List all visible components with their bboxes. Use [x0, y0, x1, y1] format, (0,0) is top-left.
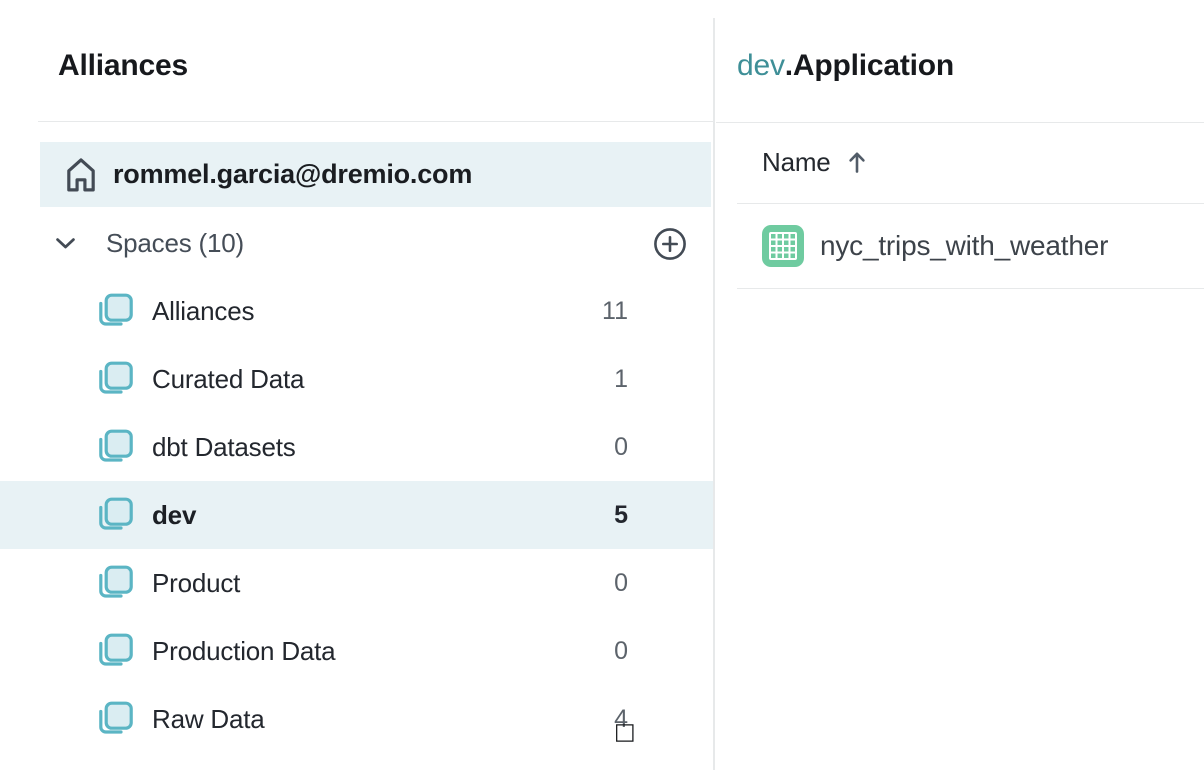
spaces-sidebar: Alliances rommel.garcia@dremio.com Space…	[0, 0, 713, 770]
space-icon	[95, 360, 133, 398]
dataset-name-label: nyc_trips_with_weather	[820, 230, 1108, 262]
space-name-label: Product	[152, 568, 594, 599]
space-icon	[95, 632, 133, 670]
breadcrumb-entity: Application	[793, 49, 954, 82]
space-name-label: Curated Data	[152, 364, 594, 395]
space-dataset-count: 11	[594, 297, 628, 326]
space-dataset-count: 0	[594, 433, 628, 462]
dataset-browser-panel: dev.Application Name nyc_trips_with_weat…	[715, 0, 1204, 770]
sort-ascending-icon	[847, 150, 867, 175]
dataset-row-divider	[737, 288, 1204, 289]
name-column-label: Name	[762, 147, 831, 178]
home-user-label: rommel.garcia@dremio.com	[113, 159, 472, 190]
panel-header-divider	[716, 122, 1204, 123]
spaces-section-header[interactable]: Spaces (10)	[0, 210, 713, 277]
space-icon	[95, 292, 133, 330]
breadcrumb-separator: .	[785, 49, 793, 82]
space-tree-row[interactable]: Raw Data 4	[0, 685, 713, 753]
space-name-label: Production Data	[152, 636, 594, 667]
space-name-label: dev	[152, 500, 594, 531]
space-dataset-count: 0	[594, 569, 628, 598]
plus-circle-icon	[653, 227, 687, 261]
space-name-label: Raw Data	[152, 704, 594, 735]
spaces-section-label: Spaces (10)	[106, 228, 653, 259]
dataset-row[interactable]: nyc_trips_with_weather	[715, 204, 1204, 288]
space-icon	[95, 700, 133, 738]
name-column-header[interactable]: Name	[762, 147, 867, 178]
space-tree-row[interactable]: Product 0	[0, 549, 713, 617]
chevron-down-icon[interactable]	[55, 237, 76, 250]
home-user-row[interactable]: rommel.garcia@dremio.com	[40, 142, 711, 207]
space-tree-row[interactable]: Alliances 11	[0, 277, 713, 345]
breadcrumb-space-link[interactable]: dev	[737, 49, 785, 82]
sidebar-title: Alliances	[58, 50, 188, 82]
space-tree-row[interactable]: dbt Datasets 0	[0, 413, 713, 481]
space-tree-row[interactable]: Curated Data 1	[0, 345, 713, 413]
sidebar-title-divider	[38, 121, 713, 122]
space-icon	[95, 564, 133, 602]
breadcrumb: dev.Application	[737, 50, 954, 82]
space-tree-row[interactable]: Production Data 0	[0, 617, 713, 685]
space-icon	[95, 428, 133, 466]
space-dataset-count: 5	[594, 501, 628, 530]
spaces-tree-list: Alliances 11 Curated Data 1	[0, 277, 713, 753]
catalog-page: Alliances rommel.garcia@dremio.com Space…	[0, 0, 1204, 770]
dataset-grid-icon	[762, 225, 804, 267]
space-dataset-count: 1	[594, 365, 628, 394]
space-icon	[95, 496, 133, 534]
space-tree-row[interactable]: dev 5	[0, 481, 713, 549]
add-space-button[interactable]	[653, 227, 687, 261]
space-dataset-count: 0	[594, 637, 628, 666]
space-name-label: dbt Datasets	[152, 432, 594, 463]
stray-glyph-box: □	[614, 719, 636, 745]
home-icon	[63, 153, 99, 196]
space-name-label: Alliances	[152, 296, 594, 327]
